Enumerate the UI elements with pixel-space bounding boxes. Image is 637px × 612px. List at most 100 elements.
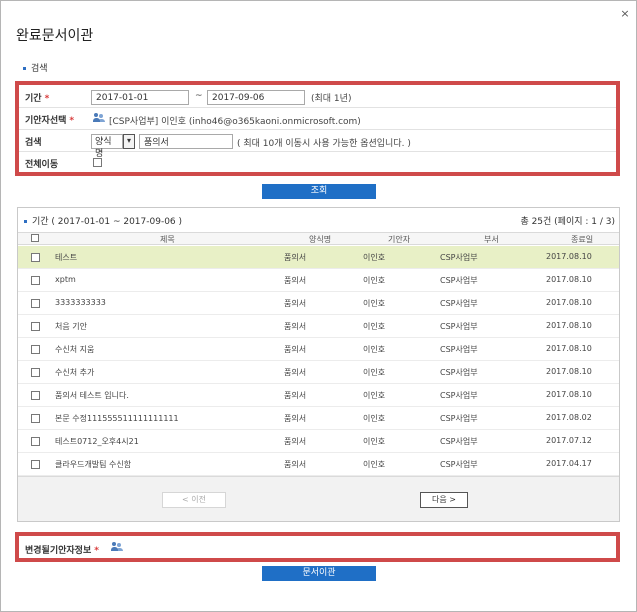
row-form: 품의서	[284, 391, 307, 400]
row-end-date: 2017.07.12	[546, 436, 592, 445]
row-form: 품의서	[284, 414, 307, 423]
search-label: 검색	[25, 137, 42, 148]
row-checkbox[interactable]	[31, 391, 40, 400]
row-checkbox[interactable]	[31, 368, 40, 377]
column-form: 양식명	[309, 235, 332, 244]
table-row[interactable]: 처음 기안 품의서 이인호 CSP사업부 2017.08.10	[18, 315, 619, 338]
close-icon[interactable]: ×	[618, 7, 632, 21]
dialog-title: 완료문서이관	[16, 28, 94, 44]
row-end-date: 2017.08.02	[546, 413, 592, 422]
row-checkbox[interactable]	[31, 276, 40, 285]
row-end-date: 2017.08.10	[546, 344, 592, 353]
table-row[interactable]: 수신처 추가 품의서 이인호 CSP사업부 2017.08.10	[18, 361, 619, 384]
row-form: 품의서	[284, 368, 307, 377]
row-form: 품의서	[284, 345, 307, 354]
row-drafter: 이인호	[363, 299, 386, 308]
row-checkbox[interactable]	[31, 322, 40, 331]
table-row[interactable]: 품의서 테스트 입니다. 품의서 이인호 CSP사업부 2017.08.10	[18, 384, 619, 407]
changed-drafter-highlight: 변경될기안자정보 *	[15, 532, 620, 562]
row-checkbox[interactable]	[31, 345, 40, 354]
table-row[interactable]: 테스트0712_오후4시21 품의서 이인호 CSP사업부 2017.07.12	[18, 430, 619, 453]
row-drafter: 이인호	[363, 276, 386, 285]
prev-page-button[interactable]: < 이전	[162, 492, 226, 508]
table-header: 제목 양식명 기안자 부서 종료일	[18, 232, 619, 245]
search-type-select[interactable]: 양식명	[91, 134, 123, 159]
drafter-value: [CSP사업부] 이인호 (inho46@o365kaoni.onmicroso…	[109, 117, 361, 127]
bullet-icon	[23, 67, 26, 70]
move-all-row: 전체이동	[19, 153, 616, 174]
search-keyword-input[interactable]	[139, 134, 233, 149]
table-row[interactable]: 테스트 품의서 이인호 CSP사업부 2017.08.10	[18, 246, 619, 269]
row-dept: CSP사업부	[440, 345, 478, 354]
drafter-label: 기안자선택 *	[25, 115, 75, 126]
row-title: 테스트	[55, 253, 78, 262]
row-drafter: 이인호	[363, 345, 386, 354]
row-dept: CSP사업부	[440, 414, 478, 423]
row-drafter: 이인호	[363, 253, 386, 262]
changed-drafter-label: 변경될기안자정보 *	[25, 546, 99, 556]
row-dept: CSP사업부	[440, 253, 478, 262]
row-dept: CSP사업부	[440, 460, 478, 469]
list-header: 기간 ( 2017-01-01 ~ 2017-09-06 ) 총 25건 (페이…	[18, 208, 619, 230]
row-dept: CSP사업부	[440, 391, 478, 400]
table-row[interactable]: xptm 품의서 이인호 CSP사업부 2017.08.10	[18, 269, 619, 292]
row-title: xptm	[55, 275, 76, 284]
person-select-icon[interactable]	[111, 542, 123, 552]
period-label: 기간 *	[25, 93, 50, 104]
search-button[interactable]: 조회	[262, 184, 376, 199]
row-end-date: 2017.04.17	[546, 459, 592, 468]
table-row[interactable]: 수신처 지움 품의서 이인호 CSP사업부 2017.08.10	[18, 338, 619, 361]
row-dept: CSP사업부	[440, 276, 478, 285]
column-drafter: 기안자	[388, 235, 411, 244]
end-date-input[interactable]	[207, 90, 305, 105]
row-form: 품의서	[284, 276, 307, 285]
row-checkbox[interactable]	[31, 253, 40, 262]
row-checkbox[interactable]	[31, 414, 40, 423]
start-date-input[interactable]	[91, 90, 189, 105]
move-all-checkbox[interactable]	[93, 158, 102, 167]
row-dept: CSP사업부	[440, 368, 478, 377]
row-end-date: 2017.08.10	[546, 275, 592, 284]
row-end-date: 2017.08.10	[546, 252, 592, 261]
row-dept: CSP사업부	[440, 437, 478, 446]
row-title: 수신처 지움	[55, 345, 95, 354]
row-end-date: 2017.08.10	[546, 390, 592, 399]
row-checkbox[interactable]	[31, 299, 40, 308]
row-form: 품의서	[284, 299, 307, 308]
row-form: 품의서	[284, 437, 307, 446]
row-end-date: 2017.08.10	[546, 321, 592, 330]
transfer-documents-button[interactable]: 문서이관	[262, 566, 376, 581]
person-select-icon[interactable]	[93, 113, 105, 123]
row-checkbox[interactable]	[31, 460, 40, 469]
row-title: 수신처 추가	[55, 368, 95, 377]
table-row[interactable]: 클라우드개발팀 수신함 품의서 이인호 CSP사업부 2017.04.17	[18, 453, 619, 476]
search-note: ( 최대 10개 이동시 사용 가능한 옵션입니다. )	[237, 139, 411, 149]
row-drafter: 이인호	[363, 460, 386, 469]
row-form: 품의서	[284, 460, 307, 469]
column-title: 제목	[160, 235, 175, 244]
row-form: 품의서	[284, 253, 307, 262]
row-end-date: 2017.08.10	[546, 367, 592, 376]
list-period-title: 기간 ( 2017-01-01 ~ 2017-09-06 )	[24, 214, 182, 227]
row-title: 품의서 테스트 입니다.	[55, 391, 129, 400]
select-all-checkbox[interactable]	[31, 234, 39, 242]
list-count: 총 25건 (페이지 : 1 / 3)	[520, 217, 615, 227]
row-drafter: 이인호	[363, 414, 386, 423]
search-section-label: 검색	[23, 61, 48, 74]
next-page-button[interactable]: 다음 >	[420, 492, 468, 508]
row-form: 품의서	[284, 322, 307, 331]
table-row[interactable]: 3333333333 품의서 이인호 CSP사업부 2017.08.10	[18, 292, 619, 315]
search-form-highlight: 기간* ~ (최대 1년) 기안자선택* [CSP사업부] 이인호 (inho4…	[15, 81, 620, 176]
chevron-down-icon[interactable]: ▾	[123, 134, 135, 149]
document-list-panel: 기간 ( 2017-01-01 ~ 2017-09-06 ) 총 25건 (페이…	[17, 207, 620, 522]
row-title: 처음 기안	[55, 322, 87, 331]
row-dept: CSP사업부	[440, 299, 478, 308]
row-checkbox[interactable]	[31, 437, 40, 446]
period-tilde: ~	[195, 91, 203, 101]
row-title: 3333333333	[55, 298, 106, 307]
row-drafter: 이인호	[363, 322, 386, 331]
table-row[interactable]: 본문 수정111555511111111111 품의서 이인호 CSP사업부 2017.…	[18, 407, 619, 430]
row-end-date: 2017.08.10	[546, 298, 592, 307]
move-all-label: 전체이동	[25, 160, 59, 170]
document-transfer-dialog: 완료문서이관 × 검색 기간* ~ (최대 1년) 기안자선택* [CSP사업부…	[0, 0, 637, 612]
